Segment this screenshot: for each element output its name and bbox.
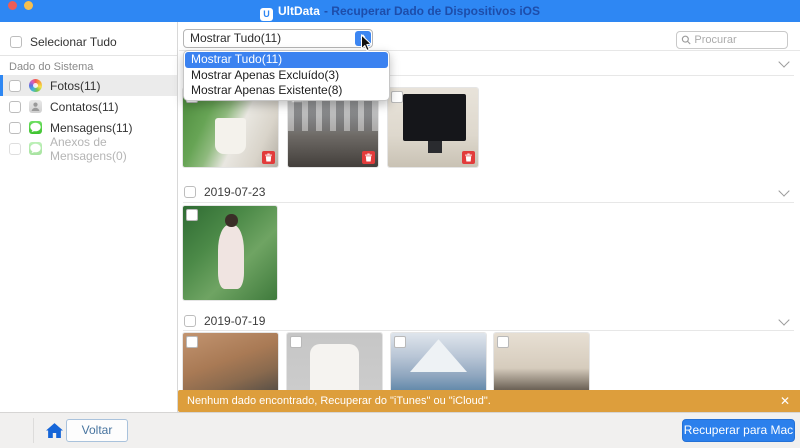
home-icon: [46, 423, 63, 438]
group1-collapse-chevron-icon[interactable]: [778, 56, 789, 67]
anexos-checkbox[interactable]: [9, 143, 21, 155]
search-input[interactable]: [694, 34, 783, 46]
filter-select[interactable]: Mostrar Tudo(11): [183, 29, 373, 48]
photo-checkbox[interactable]: [394, 336, 406, 348]
filter-dropdown-menu: Mostrar Tudo(11) Mostrar Apenas Excluído…: [183, 50, 390, 101]
sidebar: Selecionar Tudo Dado do Sistema Fotos(11…: [0, 22, 178, 412]
date-group-checkbox[interactable]: [184, 186, 196, 198]
footer-bar: Voltar Recuperar para Mac: [0, 412, 800, 448]
sidebar-item-label: Anexos de Mensagens(0): [50, 135, 177, 163]
group3-divider: [183, 330, 794, 331]
select-all-label: Selecionar Tudo: [30, 35, 117, 49]
deleted-trash-icon: [462, 151, 475, 164]
group3-collapse-chevron-icon[interactable]: [778, 314, 789, 325]
sidebar-item-label: Fotos(11): [50, 79, 100, 93]
photo-checkbox[interactable]: [290, 336, 302, 348]
home-button[interactable]: [46, 423, 63, 438]
contatos-checkbox[interactable]: [9, 101, 21, 113]
mouse-cursor-icon: [360, 34, 373, 54]
ultdata-window: U UltData - Recuperar Dado de Dispositivos…: [0, 0, 800, 448]
photo-thumbnail-monitor[interactable]: [388, 88, 478, 167]
messages-icon: [29, 121, 42, 134]
sidebar-item-contatos[interactable]: Contatos(11): [0, 96, 177, 117]
deleted-trash-icon: [262, 151, 275, 164]
contacts-icon: [29, 100, 42, 113]
banner-message: Nenhum dado encontrado, Recuperar do "iT…: [187, 395, 780, 407]
date-label: 2019-07-19: [204, 314, 265, 328]
ultdata-logo-icon: U: [260, 8, 273, 21]
title-suffix: - Recuperar Dado de Dispositivos iOS: [324, 4, 540, 18]
search-box[interactable]: [676, 31, 788, 49]
sidebar-item-anexos[interactable]: Anexos de Mensagens(0): [0, 138, 177, 159]
photo-checkbox[interactable]: [186, 336, 198, 348]
menu-item-mostrar-apenas-existente[interactable]: Mostrar Apenas Existente(8): [185, 83, 388, 99]
group2-collapse-chevron-icon[interactable]: [778, 185, 789, 196]
date-group-checkbox[interactable]: [184, 315, 196, 327]
date-group-header-2019-07-23[interactable]: 2019-07-23: [184, 183, 265, 201]
menu-item-mostrar-apenas-excluido[interactable]: Mostrar Apenas Excluído(3): [185, 68, 388, 84]
app-name: UltData: [278, 4, 320, 18]
sidebar-item-label: Contatos(11): [50, 100, 118, 114]
back-button[interactable]: Voltar: [66, 419, 128, 442]
photo-checkbox[interactable]: [391, 91, 403, 103]
filter-select-value: Mostrar Tudo(11): [190, 31, 281, 45]
notification-banner: Nenhum dado encontrado, Recuperar do "iT…: [178, 390, 800, 412]
select-all-row[interactable]: Selecionar Tudo: [10, 35, 117, 49]
fotos-checkbox[interactable]: [9, 80, 21, 92]
menu-item-mostrar-tudo[interactable]: Mostrar Tudo(11): [185, 52, 388, 68]
select-all-checkbox[interactable]: [10, 36, 22, 48]
sidebar-item-fotos[interactable]: Fotos(11): [0, 75, 177, 96]
date-label: 2019-07-23: [204, 185, 265, 199]
footer-divider: [33, 418, 34, 443]
deleted-trash-icon: [362, 151, 375, 164]
banner-close-icon[interactable]: ✕: [780, 390, 790, 412]
sidebar-items: Fotos(11) Contatos(11) Mensagens(11): [0, 75, 177, 159]
date-group-header-2019-07-19[interactable]: 2019-07-19: [184, 312, 265, 330]
photo-thumbnail-woman-garden[interactable]: [183, 206, 277, 300]
photos-icon: [29, 79, 42, 92]
photo-checkbox[interactable]: [186, 209, 198, 221]
search-icon: [681, 34, 691, 46]
sidebar-item-label: Mensagens(11): [50, 121, 133, 135]
message-attachments-icon: [29, 142, 42, 155]
group2-divider: [183, 202, 794, 203]
photo-checkbox[interactable]: [497, 336, 509, 348]
mensagens-checkbox[interactable]: [9, 122, 21, 134]
titlebar: U UltData - Recuperar Dado de Dispositivos…: [0, 0, 800, 22]
sidebar-divider: [0, 55, 177, 56]
window-title: U UltData - Recuperar Dado de Dispositivos…: [0, 0, 800, 22]
sidebar-section-label: Dado do Sistema: [9, 61, 93, 73]
recover-to-mac-button[interactable]: Recuperar para Mac: [682, 419, 795, 442]
